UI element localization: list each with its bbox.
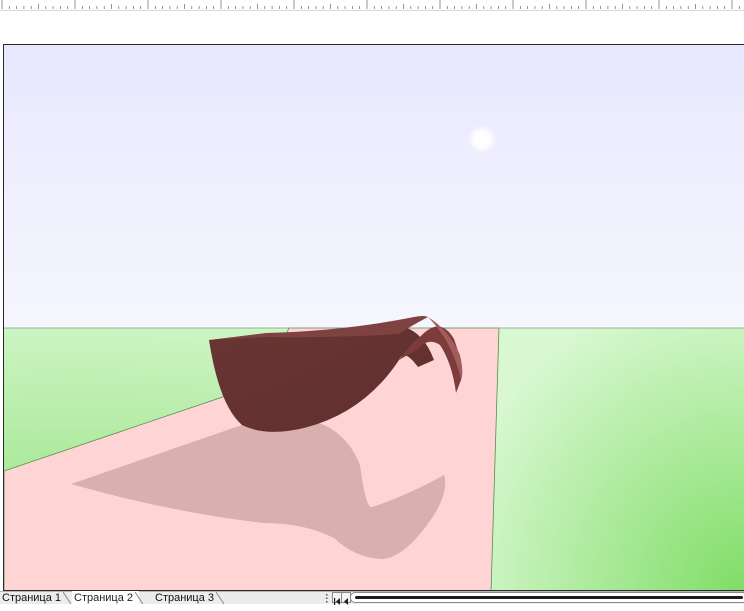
horizontal-scrollbar[interactable] xyxy=(350,592,744,603)
tab-label: Страница 1 xyxy=(2,592,62,604)
scrollbar-thumb[interactable] xyxy=(355,596,743,599)
page-tab-bar: Страница 1 Страница 2 Страница 3 xyxy=(0,591,744,605)
tab-separator xyxy=(63,592,72,604)
tab-separator xyxy=(135,592,144,604)
prev-page-icon xyxy=(344,598,348,605)
tab-page-3[interactable]: Страница 3 xyxy=(153,591,225,604)
tab-label: Страница 3 xyxy=(155,592,215,604)
drawing-canvas[interactable] xyxy=(0,11,744,591)
splitter-grip-icon[interactable] xyxy=(325,593,329,603)
tab-separator xyxy=(216,592,225,604)
sky xyxy=(4,45,744,329)
sun-light xyxy=(466,123,498,155)
first-page-icon xyxy=(334,598,340,605)
ground-right xyxy=(491,328,744,590)
tab-page-2[interactable]: Страница 2 xyxy=(72,591,144,604)
tab-page-1[interactable]: Страница 1 xyxy=(0,591,72,604)
page-frame[interactable] xyxy=(3,44,744,591)
tab-label: Страница 2 xyxy=(74,592,134,604)
ruler-ticks xyxy=(1,0,740,9)
3d-scene[interactable] xyxy=(4,45,744,591)
horizontal-ruler[interactable] xyxy=(0,0,744,11)
